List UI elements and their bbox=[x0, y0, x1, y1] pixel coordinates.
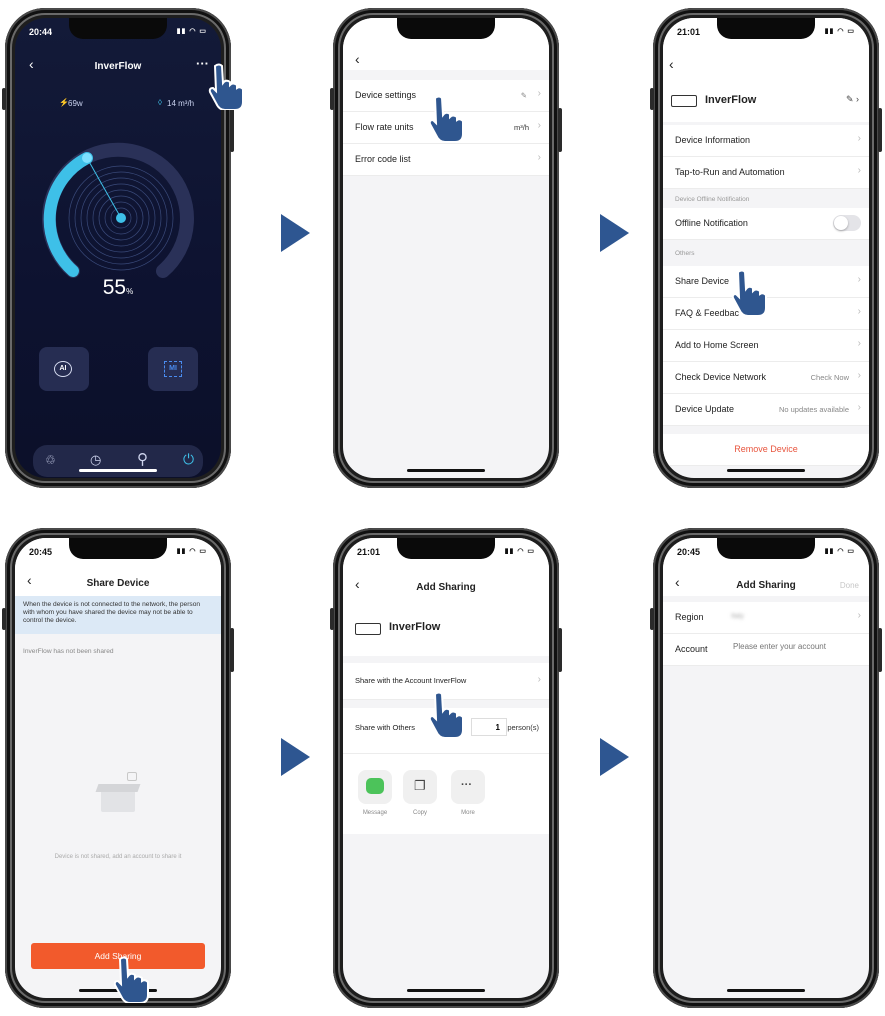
tap-hand-icon bbox=[113, 956, 149, 1003]
menu-item-device-information[interactable]: Device Information › bbox=[663, 125, 869, 157]
section-others: Others bbox=[675, 250, 695, 257]
flow-reading: 14 m³/h bbox=[167, 99, 195, 108]
status-signal-icon: ▮▮ ◠ ▭ bbox=[824, 28, 855, 35]
page-title: Add Sharing bbox=[416, 582, 476, 593]
device-name: InverFlow bbox=[389, 621, 441, 633]
menu-item-offline-notification: Offline Notification bbox=[663, 208, 869, 240]
offline-notification-toggle[interactable] bbox=[833, 215, 861, 231]
phone-add-sharing-form: 20:45 ▮▮ ◠ ▭ ‹ Add Sharing Done Region I… bbox=[650, 528, 882, 1008]
add-sharing-form-screen: 20:45 ▮▮ ◠ ▭ ‹ Add Sharing Done Region I… bbox=[663, 538, 869, 998]
power-toggle-icon[interactable]: ⏻ bbox=[183, 451, 194, 468]
empty-state-text: Device is not shared, add an account to … bbox=[54, 854, 182, 860]
tap-hand-icon bbox=[428, 691, 464, 738]
rename-icon[interactable]: ✎ › bbox=[846, 94, 859, 105]
message-label: Message bbox=[362, 810, 388, 816]
menu-item-device-update[interactable]: Device Update No updates available › bbox=[663, 394, 869, 426]
section-offline-notification: Device Offline Notification bbox=[675, 196, 750, 203]
share-message-button[interactable] bbox=[358, 770, 392, 804]
more-icon: ··· bbox=[461, 779, 472, 791]
account-input[interactable] bbox=[731, 641, 865, 652]
remove-device-button[interactable]: Remove Device bbox=[663, 434, 869, 466]
phone-menu: ‹ Device settings ✎ › Flow rate units m³/… bbox=[330, 8, 562, 488]
speed-gauge[interactable] bbox=[15, 128, 221, 288]
gauge-center bbox=[116, 213, 126, 223]
offline-notice-banner: When the device is not connected to the … bbox=[15, 596, 221, 634]
menu-item-error-code-list[interactable]: Error code list › bbox=[343, 144, 549, 176]
device-thumbnail-icon bbox=[671, 95, 697, 107]
page-title: Share Device bbox=[86, 578, 150, 589]
mi-icon: MI bbox=[164, 361, 182, 377]
menu-item-add-to-home-screen[interactable]: Add to Home Screen › bbox=[663, 330, 869, 362]
recycle-icon[interactable]: ♲ bbox=[45, 453, 56, 467]
tap-hand-icon bbox=[428, 95, 464, 142]
back-icon[interactable]: ‹ bbox=[355, 51, 360, 67]
phone-share-device: 20:45 ▮▮ ◠ ▭ ‹ Share Device When the dev… bbox=[2, 528, 234, 1008]
back-icon[interactable]: ‹ bbox=[669, 56, 674, 72]
tap-hand-icon bbox=[731, 269, 767, 316]
gauge-needle bbox=[86, 157, 122, 219]
status-signal-icon: ▮▮ ◠ ▭ bbox=[504, 548, 535, 555]
ai-mode-button[interactable]: AI bbox=[39, 347, 89, 391]
page-title: InverFlow bbox=[94, 61, 142, 72]
page-title: Add Sharing bbox=[736, 580, 796, 591]
status-time: 20:45 bbox=[677, 547, 701, 557]
bottom-toolbar: ♲ ◷ ⚲ ⏻ bbox=[33, 445, 203, 477]
menu-screen: ‹ Device settings ✎ › Flow rate units m³/… bbox=[343, 18, 549, 478]
account-row: Account bbox=[663, 634, 869, 666]
copy-icon: ❐ bbox=[414, 778, 426, 793]
next-step-arrow bbox=[600, 214, 629, 252]
search-icon[interactable]: ⚲ bbox=[137, 450, 148, 468]
status-time: 20:45 bbox=[29, 547, 53, 557]
share-more-button[interactable]: ··· bbox=[451, 770, 485, 804]
done-button[interactable]: Done bbox=[840, 581, 859, 590]
share-channels: Message ❐ Copy ··· More bbox=[343, 754, 549, 834]
ai-icon: AI bbox=[54, 361, 72, 377]
clock-icon[interactable]: ◷ bbox=[90, 452, 101, 468]
add-sharing-options-screen: 21:01 ▮▮ ◠ ▭ ‹ Add Sharing InverFlow Sha… bbox=[343, 538, 549, 998]
menu-item-tap-to-run[interactable]: Tap-to-Run and Automation › bbox=[663, 157, 869, 189]
not-shared-label: InverFlow has not been shared bbox=[23, 648, 114, 655]
status-time: 21:01 bbox=[677, 27, 701, 37]
next-step-arrow bbox=[281, 738, 310, 776]
speed-percent: 55% bbox=[102, 276, 134, 299]
power-reading: 69w bbox=[68, 99, 83, 108]
edit-icon: ✎ bbox=[520, 91, 527, 100]
flow-icon: ◊ bbox=[158, 98, 162, 107]
copy-label: Copy bbox=[412, 810, 427, 816]
status-signal-icon: ▮▮ ◠ ▭ bbox=[176, 548, 207, 555]
status-signal-icon: ▮▮ ◠ ▭ bbox=[176, 28, 207, 35]
share-copy-button[interactable]: ❐ bbox=[403, 770, 437, 804]
status-signal-icon: ▮▮ ◠ ▭ bbox=[824, 548, 855, 555]
mi-mode-button[interactable]: MI bbox=[148, 347, 198, 391]
tap-hand-icon bbox=[208, 63, 244, 110]
device-name: InverFlow bbox=[705, 94, 757, 106]
empty-box-illustration bbox=[95, 772, 141, 814]
phone-controller: 20:44 ▮▮ ◠ ▭ ‹ InverFlow ··· ⚡ 69w ◊ 14 … bbox=[2, 8, 234, 488]
next-step-arrow bbox=[281, 214, 310, 252]
person-count-input[interactable]: 1 bbox=[471, 718, 507, 736]
region-row[interactable]: Region Italy › bbox=[663, 602, 869, 634]
device-thumbnail-icon bbox=[355, 623, 381, 635]
status-time: 20:44 bbox=[29, 27, 53, 37]
region-value: Italy bbox=[731, 613, 744, 620]
more-label: More bbox=[461, 810, 475, 816]
share-device-screen: 20:45 ▮▮ ◠ ▭ ‹ Share Device When the dev… bbox=[15, 538, 221, 998]
details-screen: 21:01 ▮▮ ◠ ▭ ‹ InverFlow ✎ › Device Info… bbox=[663, 18, 869, 478]
phone-device-details: 21:01 ▮▮ ◠ ▭ ‹ InverFlow ✎ › Device Info… bbox=[650, 8, 882, 488]
controller-screen: 20:44 ▮▮ ◠ ▭ ‹ InverFlow ··· ⚡ 69w ◊ 14 … bbox=[15, 18, 221, 478]
message-icon bbox=[366, 778, 384, 794]
status-time: 21:01 bbox=[357, 547, 381, 557]
next-step-arrow bbox=[600, 738, 629, 776]
phone-add-sharing-options: 21:01 ▮▮ ◠ ▭ ‹ Add Sharing InverFlow Sha… bbox=[330, 528, 562, 1008]
menu-item-check-device-network[interactable]: Check Device Network Check Now › bbox=[663, 362, 869, 394]
